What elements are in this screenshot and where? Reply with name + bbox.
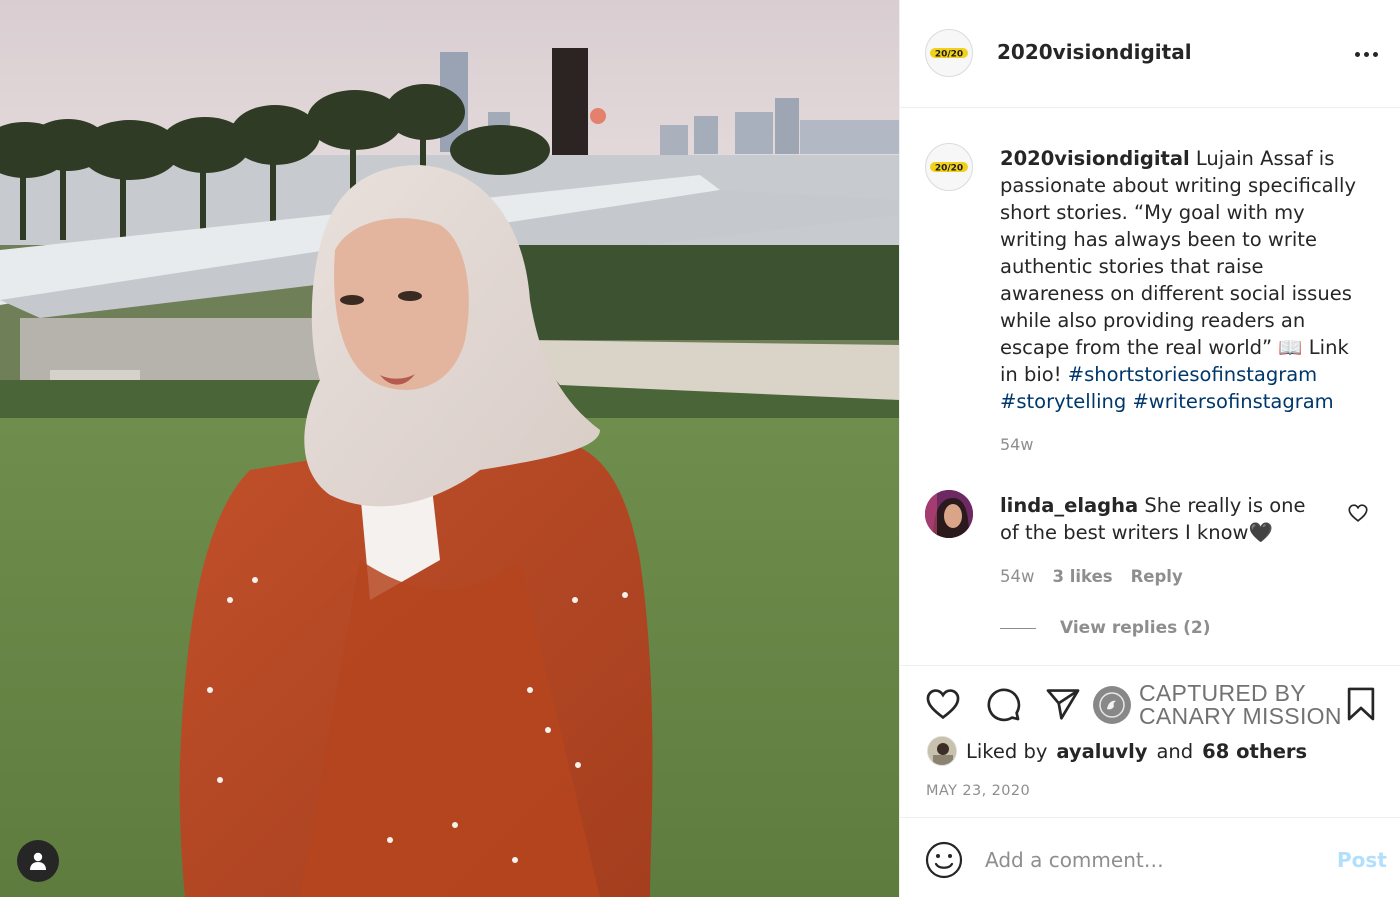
post-comment-button[interactable]: Post [1337,848,1387,872]
account-logo: 20/20 [930,162,968,174]
commenter-photo [925,490,973,538]
commenter-avatar[interactable] [925,490,973,538]
post-side-panel: 20/20 2020visiondigital 20/20 2020vision… [899,0,1400,897]
hashtag-link[interactable]: #writersofinstagram [1132,390,1333,413]
post-header: 20/20 2020visiondigital [900,0,1400,108]
comments-area[interactable]: 20/20 2020visiondigital Lujain Assaf is … [900,109,1400,665]
post-image [0,0,899,897]
post-photo[interactable] [0,0,899,897]
post-date[interactable]: MAY 23, 2020 [926,783,1030,799]
share-icon[interactable] [1043,684,1083,724]
svg-text:20/20: 20/20 [935,50,963,60]
comment-username[interactable]: linda_elagha [1000,494,1138,517]
user-tag-icon [30,852,46,870]
post-actions: CAPTURED BY CANARY MISSION Liked by ayal… [900,665,1400,817]
watermark-text: CAPTURED BY CANARY MISSION [1139,682,1342,728]
replies-divider [1000,627,1036,629]
view-replies-button[interactable]: View replies (2) [1000,618,1211,638]
hashtag-link[interactable]: #storytelling [1000,390,1126,413]
comment-timestamp[interactable]: 54w [1000,567,1035,586]
emoji-icon[interactable] [924,840,964,880]
heart-icon[interactable] [1347,502,1369,524]
comment-meta: 54w 3 likes Reply [1000,567,1183,586]
more-options-icon[interactable] [1349,40,1383,68]
svg-text:20/20: 20/20 [935,164,963,174]
user-tag-button[interactable] [17,840,59,882]
comment-input[interactable] [985,842,1305,878]
hashtag-link[interactable]: #shortstoriesofinstagram [1068,363,1317,386]
comment-body: linda_elagha She really is one of the be… [1000,492,1320,546]
heart-icon[interactable] [923,684,963,724]
caption-timestamp[interactable]: 54w [1000,435,1033,454]
view-replies-label: View replies (2) [1060,618,1211,638]
caption-avatar[interactable]: 20/20 [925,143,973,191]
account-avatar[interactable]: 20/20 [925,29,973,77]
liker-avatar[interactable] [927,736,957,766]
canary-bird-icon [1093,686,1131,724]
canary-mission-watermark: CAPTURED BY CANARY MISSION [1093,682,1342,728]
bookmark-icon[interactable] [1341,684,1381,724]
post-caption: 2020visiondigital Lujain Assaf is passio… [1000,145,1370,415]
header-username[interactable]: 2020visiondigital [997,40,1192,64]
comment-composer: Post [900,817,1400,897]
watermark-line-1: CAPTURED BY [1139,680,1306,706]
liked-by-prefix: Liked by [966,739,1048,763]
liked-by-user[interactable]: ayaluvly [1056,740,1147,763]
watermark-line-2: CANARY MISSION [1139,703,1342,729]
liked-by-and: and [1156,739,1194,763]
comment-icon[interactable] [983,684,1023,724]
reply-button[interactable]: Reply [1131,567,1183,586]
caption-text: Lujain Assaf is passionate about writing… [1000,147,1356,386]
caption-username[interactable]: 2020visiondigital [1000,147,1190,170]
account-logo: 20/20 [930,48,968,60]
liked-by: Liked by ayaluvly and 68 others [927,736,1307,766]
liked-by-others[interactable]: 68 others [1202,740,1307,763]
comment-likes[interactable]: 3 likes [1053,567,1113,586]
